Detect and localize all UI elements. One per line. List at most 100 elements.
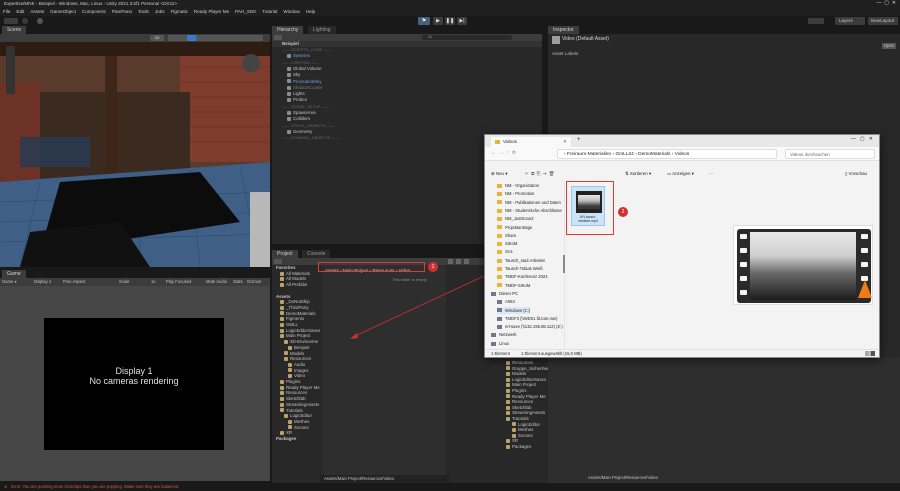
explorer-nav-item[interactable]: SiKoM [497,240,517,248]
cut-copy-icons[interactable]: ✂ ⧉ ⎘ ⇥ 🗑 [525,169,554,179]
computer-icon [491,333,496,338]
folder-icon [497,258,502,263]
folder-icon [497,241,502,246]
explorer-commandbar: ⊕ Neu ▾ ✂ ⧉ ⎘ ⇥ 🗑 ⇅ Sortieren ▾ ▭ Anzeig… [485,169,879,179]
explorer-tab-title: Videos [503,139,517,144]
explorer-nav-label: TMDF-Konferenz 2024 [505,274,548,280]
explorer-nav-item[interactable]: Projektanträge [497,224,532,232]
folder-icon [497,208,502,213]
explorer-nav-label: NM_JustScan3 [505,216,534,222]
explorer-window: Videos ✕ + — ▢ ✕ ← → ↑ ⟳ › Freiraum-Mate… [484,134,880,358]
folder-icon [497,275,502,280]
explorer-window-controls[interactable]: — ▢ ✕ [851,136,873,142]
explorer-nav-item[interactable]: A063 [497,298,515,306]
explorer-preview-pane [733,182,879,350]
folder-icon [495,140,500,144]
explorer-nav-item[interactable]: nrl-save (\\132.195.88.112) (Z:) [497,323,563,331]
explorer-nav-label: TMDF3 (\\WD01.fd.tum.mw) [505,315,558,321]
explorer-nav-item[interactable]: NM - Organization [497,182,539,190]
explorer-nav-label: TMDF-SiKoM [505,282,531,288]
explorer-nav-item[interactable]: NM_JustScan3 [497,215,533,223]
explorer-nav-item[interactable]: NM - Publikationen und Daten [497,199,561,207]
explorer-statusbar: 1 Element 1 Element ausgewählt (15,0 MB) [485,349,879,357]
new-button-label: Neu [495,171,504,176]
explorer-nav-item[interactable]: Netzwerk [491,331,516,339]
explorer-nav-label: SiKoM [505,241,518,247]
folder-icon [497,217,502,222]
explorer-nav-label: Share [505,232,517,238]
status-error-text[interactable]: Error: You are pushing more GUIClips tha… [11,483,179,491]
explorer-nav-label: Dieser PC [499,290,519,296]
explorer-addressbar: ← → ↑ ⟳ › Freiraum-Materialien › GmLL24 … [485,147,879,161]
explorer-nav-label: Tausch-Tobias Weiß [505,266,543,271]
explorer-nav-label: Projektanträge [505,224,533,230]
explorer-nav-label: nrl-save (\\132.195.88.112) (Z:) [505,324,563,330]
explorer-nav-label: Netzwerk [499,332,517,338]
more-icon[interactable]: ··· [709,169,713,179]
video-preview [733,225,873,305]
drive-icon [497,316,502,321]
explorer-nav-item[interactable]: SVL [497,248,513,256]
file-highlight [566,181,614,235]
explorer-nav-item[interactable]: NM - Promotion [497,190,534,198]
explorer-nav-label: Tausch_stud.Arbeiten [505,257,546,263]
folder-icon [497,225,502,230]
preview-button-label: Vorschau [848,171,867,176]
close-tab-icon[interactable]: ✕ [563,137,567,147]
explorer-nav-item[interactable]: Tausch_stud.Arbeiten [497,257,545,265]
folder-icon [497,283,502,288]
sort-button[interactable]: ⇅ Sortieren ▾ [625,169,651,179]
error-icon: ⊘ [4,484,8,489]
status-bar: ⊘ Error: You are pushing more GUIClips t… [0,483,900,491]
computer-icon [491,291,496,296]
path-segment[interactable]: DemoMaterials [638,152,670,157]
folder-icon [497,233,502,238]
computer-icon [491,341,496,346]
explorer-nav-item[interactable]: Dieser PC [491,290,518,298]
path-segment[interactable]: Freiraum-Materialien [567,152,611,157]
vlc-cone-icon [858,280,872,298]
drive-icon [497,308,502,313]
explorer-nav-item[interactable]: Share [497,232,516,240]
folder-icon [497,183,502,188]
item-count: 1 Element [491,351,510,356]
folder-icon [497,192,502,197]
explorer-nav-label: Linux [499,340,510,346]
explorer-nav-item[interactable]: Windows (C:) [497,306,531,314]
view-toggle-icons[interactable] [865,351,875,356]
explorer-path[interactable]: › Freiraum-Materialien › GmLL24 › DemoMa… [557,149,777,159]
preview-button[interactable]: ▯ Vorschau [845,169,867,179]
explorer-nav-label: NM - Studentische Abschlüsse [505,207,562,213]
new-tab-button[interactable]: + [577,137,581,143]
explorer-tab[interactable]: Videos ✕ [491,137,571,147]
sort-button-label: Sortieren [629,171,648,176]
explorer-nav-item[interactable]: TMDF-SiKoM [497,282,530,290]
path-segment[interactable]: GmLL24 [615,152,633,157]
path-segment[interactable]: Videos [675,152,690,157]
explorer-nav-label: A063 [505,299,515,305]
explorer-search-input[interactable]: Videos durchsuchen [785,149,875,159]
explorer-nav-label: SVL [505,249,513,255]
explorer-nav-label: NM - Promotion [505,191,535,197]
explorer-nav-label: NM - Publikationen und Daten [505,199,561,205]
explorer-nav-item[interactable]: NM - Studentische Abschlüsse [497,207,562,215]
explorer-nav-item[interactable]: Linux [491,340,509,348]
explorer-nav-label: Windows (C:) [505,307,531,313]
folder-icon [497,250,502,255]
view-button[interactable]: ▭ Anzeigen ▾ [667,169,694,179]
view-button-label: Anzeigen [672,171,691,176]
explorer-nav-item[interactable]: TMDF-Konferenz 2024 [497,273,548,281]
drive-icon [497,300,502,305]
selection-info: 1 Element ausgewählt (15,0 MB) [521,351,582,356]
new-button[interactable]: ⊕ Neu ▾ [491,169,507,179]
explorer-nav-item[interactable]: Tausch-Tobias Weiß [497,265,543,273]
explorer-titlebar: Videos ✕ + — ▢ ✕ [485,135,879,147]
callout-badge-2: 2 [618,207,628,217]
folder-icon [497,266,502,271]
folder-icon [497,200,502,205]
explorer-nav-pane: NM - Organization NM - Promotion NM - Publ… [485,182,565,350]
video-frame-image [750,232,856,300]
drive-icon [497,324,502,329]
explorer-nav-item[interactable]: TMDF3 (\\WD01.fd.tum.mw) [497,315,557,323]
nav-arrows[interactable]: ← → ↑ ⟳ [491,150,516,156]
